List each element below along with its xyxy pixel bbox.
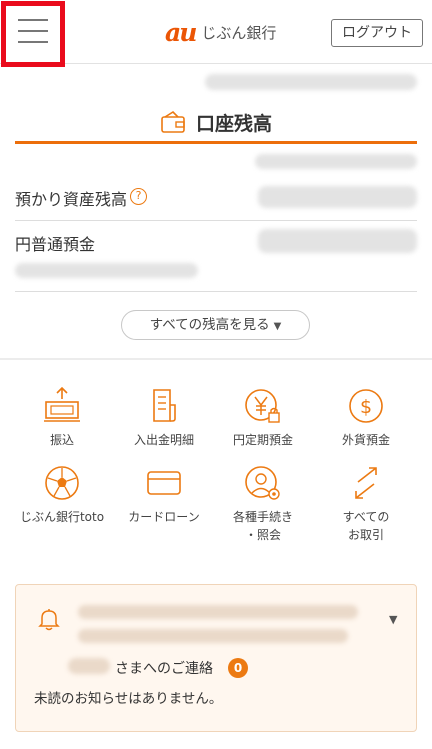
show-all-balances-button[interactable]: すべての残高を見る ▼ — [121, 310, 310, 340]
app-header: au じぶん銀行 ログアウト — [0, 0, 432, 67]
menu-item-label: カードローン — [128, 510, 200, 524]
menu-item-toto[interactable]: じぶん銀行toto — [8, 464, 116, 526]
section-separator — [0, 358, 432, 360]
logout-button[interactable]: ログアウト — [331, 19, 423, 47]
menu-item-label: じぶん銀行toto — [19, 510, 105, 524]
assets-balance-label: 預かり資産残高 — [15, 190, 128, 209]
blurred-notice-line — [78, 629, 348, 643]
menu-item-label: 円定期預金 — [232, 433, 293, 447]
menu-item-yen-time-deposit[interactable]: 円定期預金 — [209, 387, 317, 449]
blurred-ordinary-amount — [258, 229, 417, 253]
menu-item-card-loan[interactable]: カードローン — [110, 464, 218, 526]
blurred-account-number — [15, 263, 198, 278]
ordinary-deposit-label: 円普通預金 — [15, 235, 96, 254]
menu-item-statement[interactable]: 入出金明細 — [110, 387, 218, 449]
yen-time-deposit-icon — [245, 389, 280, 423]
notice-message: 未読のお知らせはありません。 — [34, 691, 223, 707]
soccer-ball-icon — [45, 466, 79, 500]
balance-title: 口座残高 — [196, 112, 273, 135]
bell-icon — [38, 609, 60, 631]
person-settings-icon — [245, 466, 280, 500]
unread-count-badge: 0 — [228, 658, 248, 678]
blurred-notice-line — [78, 605, 358, 619]
menu-item-all-transactions[interactable]: すべての お取引 — [312, 464, 420, 544]
blurred-assets-amount — [258, 186, 417, 208]
arrows-icon — [355, 467, 377, 499]
expand-arrow-icon[interactable]: ▼ — [389, 613, 397, 626]
divider — [15, 291, 417, 292]
menu-item-label: 入出金明細 — [133, 433, 194, 447]
menu-item-transfer[interactable]: 振込 — [8, 387, 116, 449]
blurred-user-name — [68, 658, 110, 674]
card-icon — [147, 471, 181, 495]
logo-brand: au — [165, 17, 197, 47]
balance-heading: 口座残高 — [160, 108, 272, 136]
help-icon[interactable]: ? — [130, 188, 147, 205]
menu-bar-icon — [18, 30, 48, 32]
contact-label: さまへのご連絡 — [115, 661, 213, 677]
wallet-icon — [161, 110, 185, 133]
statement-icon — [153, 389, 176, 422]
menu-bar-icon — [18, 19, 48, 21]
menu-item-label: 外貨預金 — [341, 433, 390, 447]
menu-item-label: すべての お取引 — [342, 510, 390, 542]
svg-text:$: $ — [360, 396, 372, 418]
menu-item-procedures[interactable]: 各種手続き ・照会 — [209, 464, 317, 544]
menu-bar-icon — [18, 41, 48, 43]
bank-logo[interactable]: au じぶん銀行 — [165, 18, 276, 46]
hamburger-menu-button[interactable] — [1, 1, 65, 67]
blurred-account-info — [205, 74, 417, 90]
dollar-deposit-icon: $ — [349, 389, 383, 423]
menu-item-label: 振込 — [49, 433, 74, 447]
logo-name: じぶん銀行 — [201, 23, 277, 42]
blurred-date — [255, 154, 417, 169]
caret-down-icon: ▼ — [273, 321, 282, 332]
notice-panel[interactable]: ▼ さまへのご連絡 0 未読のお知らせはありません。 — [15, 584, 417, 732]
balance-title-underline — [15, 141, 417, 144]
transfer-icon — [44, 387, 80, 422]
menu-item-label: 各種手続き ・照会 — [232, 510, 293, 542]
menu-item-foreign-currency-deposit[interactable]: $ 外貨預金 — [312, 387, 420, 449]
show-all-balances-label: すべての残高を見る — [149, 317, 270, 333]
divider — [15, 220, 417, 221]
